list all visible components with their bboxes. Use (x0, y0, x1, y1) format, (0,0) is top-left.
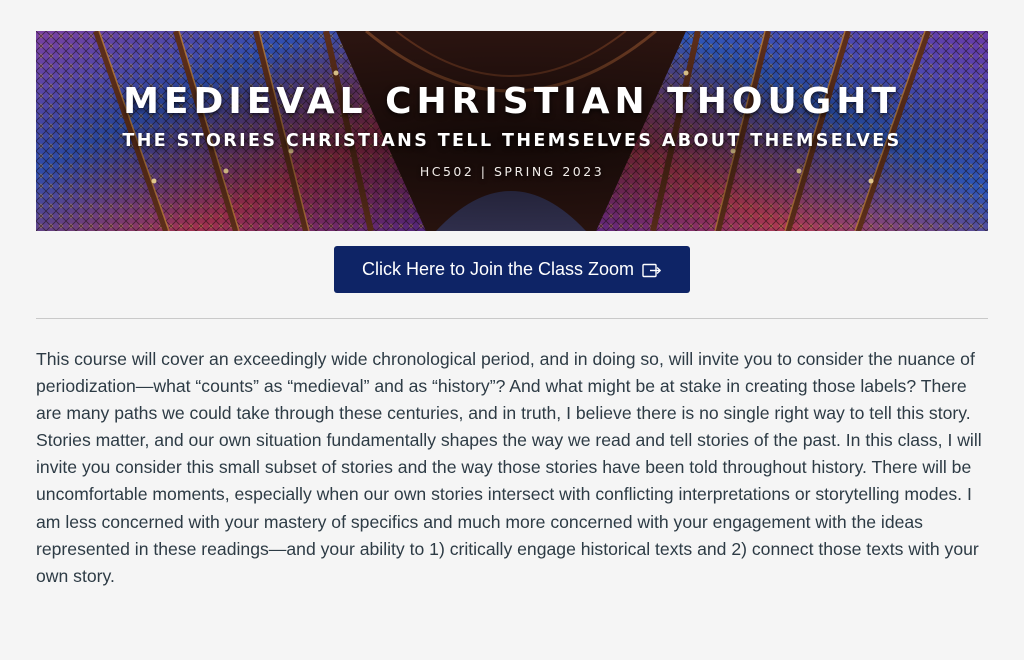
course-page: MEDIEVAL CHRISTIAN THOUGHT THE STORIES C… (0, 0, 1024, 660)
course-banner: MEDIEVAL CHRISTIAN THOUGHT THE STORIES C… (36, 31, 988, 231)
external-link-icon (642, 262, 662, 278)
banner-subtitle: THE STORIES CHRISTIANS TELL THEMSELVES A… (122, 131, 902, 151)
banner-course-code: HC502 | SPRING 2023 (419, 164, 605, 179)
course-description: This course will cover an exceedingly wi… (36, 349, 982, 586)
section-divider (36, 318, 988, 319)
join-zoom-label: Click Here to Join the Class Zoom (361, 259, 635, 279)
join-zoom-button[interactable]: Click Here to Join the Class Zoom (334, 246, 690, 293)
banner-title: MEDIEVAL CHRISTIAN THOUGHT (123, 81, 901, 122)
